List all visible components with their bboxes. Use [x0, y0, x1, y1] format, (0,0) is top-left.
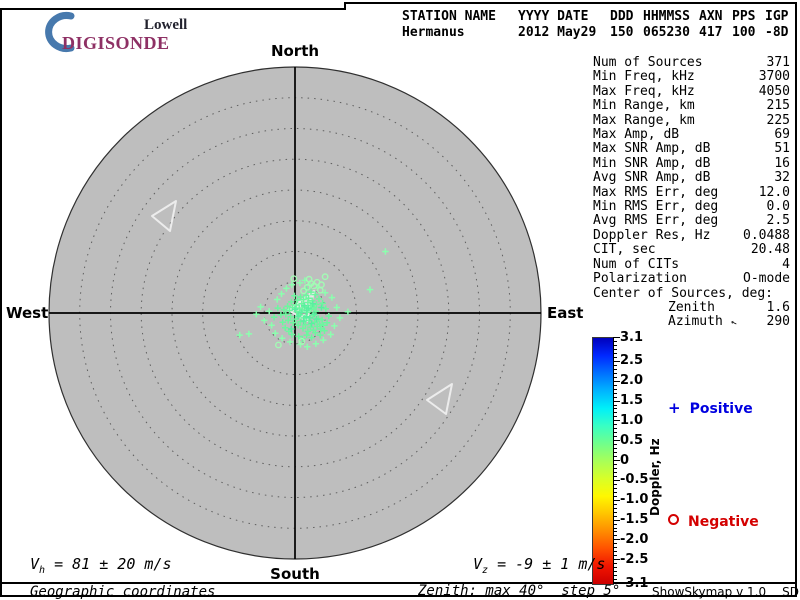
compass-label-east: East	[547, 304, 584, 322]
compass-label-north: North	[270, 42, 320, 60]
showskymap-window: Lowell DIGISONDE STATION NAME YYYY DATE …	[0, 0, 800, 600]
compass-label-south: South	[270, 565, 320, 583]
compass-label-west: West	[6, 304, 49, 322]
skymap-plot	[48, 66, 542, 560]
